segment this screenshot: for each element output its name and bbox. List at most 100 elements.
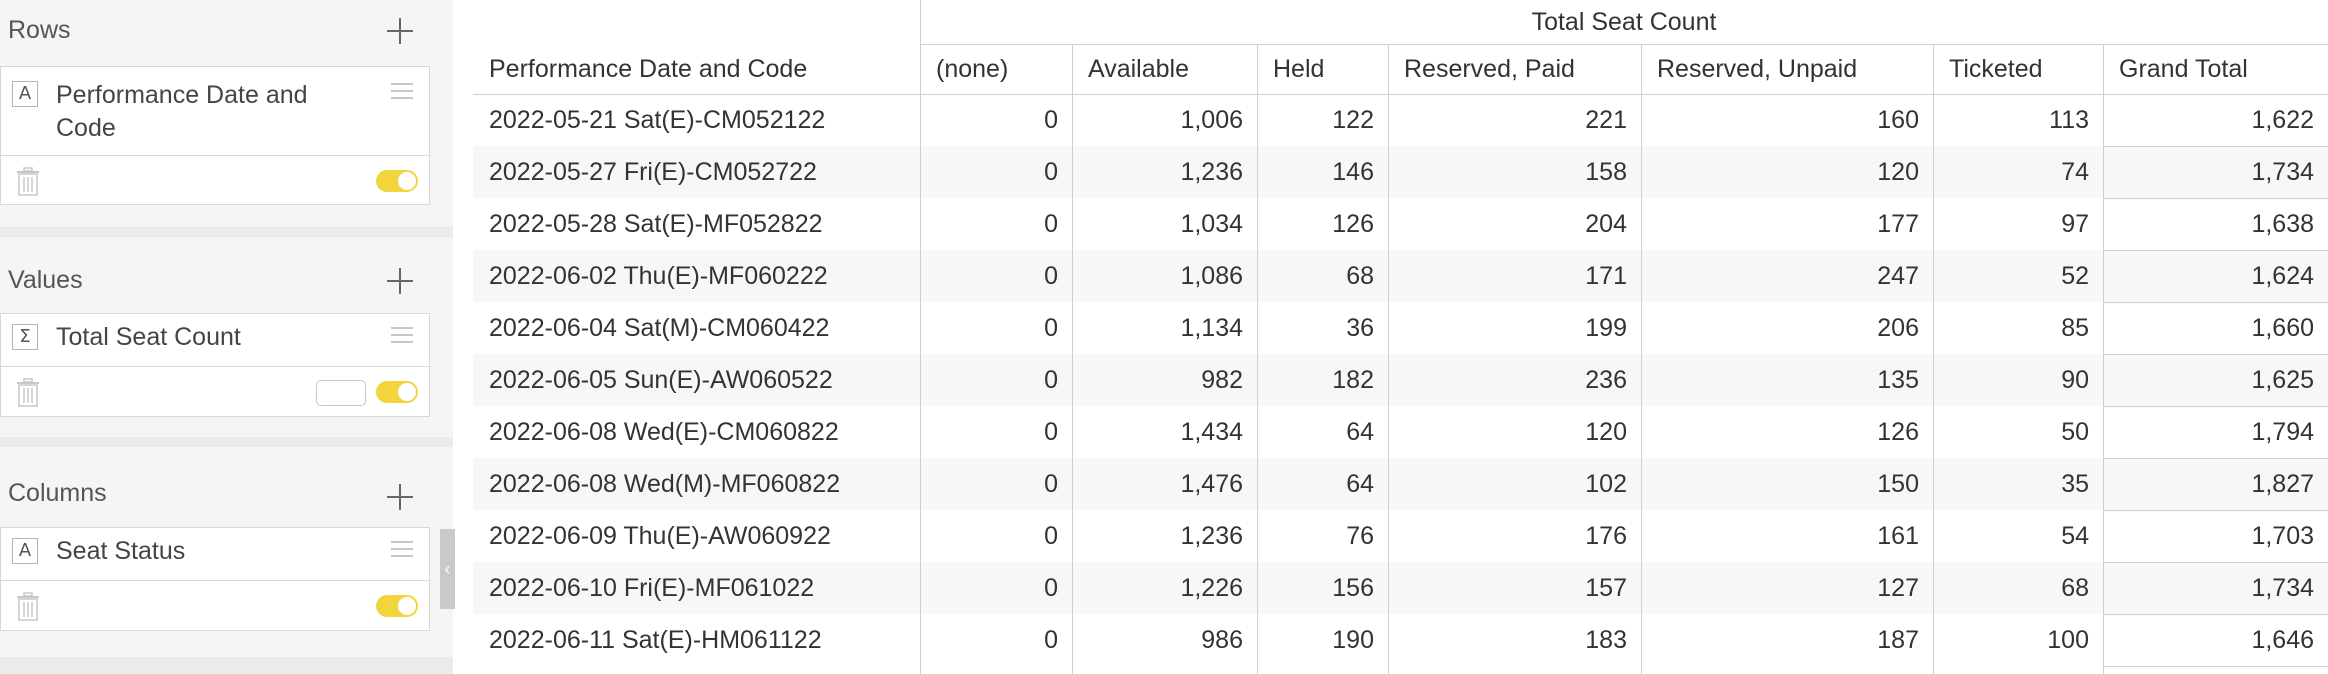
- value-cell[interactable]: 247: [1641, 250, 1933, 302]
- value-cell[interactable]: 176: [1388, 510, 1641, 562]
- value-cell[interactable]: 1,827: [2103, 458, 2328, 510]
- value-cell[interactable]: 160: [1641, 94, 1933, 146]
- column-header[interactable]: Held: [1257, 44, 1388, 94]
- value-cell[interactable]: 74: [1933, 146, 2103, 198]
- value-cell[interactable]: 102: [1388, 458, 1641, 510]
- value-cell[interactable]: 1,703: [2103, 510, 2328, 562]
- value-cell[interactable]: 76: [1257, 510, 1388, 562]
- value-cell[interactable]: 85: [1933, 302, 2103, 354]
- value-cell[interactable]: 1,034: [1072, 198, 1257, 250]
- row-label[interactable]: 2022-06-05 Sun(E)-AW060522: [473, 354, 920, 406]
- row-label[interactable]: 2022-06-10 Fri(E)-MF061022: [473, 562, 920, 614]
- field-card-performance-date[interactable]: A Performance Date and Code: [0, 66, 431, 205]
- row-label[interactable]: 2022-06-09 Thu(E)-AW060922: [473, 510, 920, 562]
- value-cell[interactable]: 50: [1933, 406, 2103, 458]
- value-cell[interactable]: 1,646: [2103, 614, 2328, 666]
- row-field-header[interactable]: Performance Date and Code: [473, 44, 920, 94]
- column-header[interactable]: Ticketed: [1933, 44, 2103, 94]
- row-label[interactable]: 2022-06-08 Wed(E)-CM060822: [473, 406, 920, 458]
- value-cell[interactable]: 64: [1257, 406, 1388, 458]
- value-cell[interactable]: 97: [1933, 198, 2103, 250]
- value-cell[interactable]: 113: [1933, 94, 2103, 146]
- value-cell[interactable]: 52: [1933, 250, 2103, 302]
- value-cell[interactable]: 187: [1641, 614, 1933, 666]
- drag-handle-icon[interactable]: [391, 541, 413, 557]
- value-cell[interactable]: 158: [1388, 146, 1641, 198]
- value-cell[interactable]: 100: [1933, 614, 2103, 666]
- row-label[interactable]: 2022-06-04 Sat(M)-CM060422: [473, 302, 920, 354]
- field-card-seat-status[interactable]: A Seat Status: [0, 527, 431, 631]
- value-cell[interactable]: 0: [920, 458, 1072, 510]
- value-cell[interactable]: 127: [1641, 562, 1933, 614]
- value-cell[interactable]: 182: [1257, 354, 1388, 406]
- column-header[interactable]: (none): [920, 44, 1072, 94]
- value-cell[interactable]: 90: [1933, 354, 2103, 406]
- column-header[interactable]: Reserved, Paid: [1388, 44, 1641, 94]
- value-cell[interactable]: 206: [1641, 302, 1933, 354]
- value-cell[interactable]: 1,794: [2103, 406, 2328, 458]
- value-cell[interactable]: 1,622: [2103, 94, 2328, 146]
- value-cell[interactable]: 190: [1257, 614, 1388, 666]
- value-cell[interactable]: 171: [1388, 250, 1641, 302]
- drag-handle-icon[interactable]: [391, 83, 413, 99]
- value-cell[interactable]: 36: [1257, 302, 1388, 354]
- field-visibility-toggle[interactable]: [376, 170, 418, 192]
- value-cell[interactable]: 68: [1257, 250, 1388, 302]
- value-cell[interactable]: 221: [1388, 94, 1641, 146]
- value-cell[interactable]: 1,134: [1072, 302, 1257, 354]
- value-cell[interactable]: 0: [920, 198, 1072, 250]
- value-cell[interactable]: 1,434: [1072, 406, 1257, 458]
- row-label[interactable]: 2022-05-27 Fri(E)-CM052722: [473, 146, 920, 198]
- value-cell[interactable]: 1,734: [2103, 146, 2328, 198]
- drag-handle-icon[interactable]: [391, 327, 413, 343]
- value-cell[interactable]: 1,086: [1072, 250, 1257, 302]
- value-cell[interactable]: 0: [920, 94, 1072, 146]
- value-cell[interactable]: 161: [1641, 510, 1933, 562]
- value-cell[interactable]: 126: [1257, 198, 1388, 250]
- value-cell[interactable]: 0: [920, 406, 1072, 458]
- value-cell[interactable]: 1,236: [1072, 146, 1257, 198]
- value-cell[interactable]: 982: [1072, 354, 1257, 406]
- value-cell[interactable]: 156: [1257, 562, 1388, 614]
- collapse-panel-button[interactable]: ‹: [440, 529, 455, 609]
- trash-icon[interactable]: [15, 592, 41, 622]
- value-cell[interactable]: 146: [1257, 146, 1388, 198]
- trash-icon[interactable]: [15, 378, 41, 408]
- value-cell[interactable]: 236: [1388, 354, 1641, 406]
- row-label[interactable]: 2022-06-02 Thu(E)-MF060222: [473, 250, 920, 302]
- value-cell[interactable]: 1,006: [1072, 94, 1257, 146]
- value-cell[interactable]: 1,236: [1072, 510, 1257, 562]
- value-cell[interactable]: 150: [1641, 458, 1933, 510]
- row-label[interactable]: 2022-06-08 Wed(M)-MF060822: [473, 458, 920, 510]
- field-card-total-seat-count[interactable]: Σ Total Seat Count: [0, 313, 431, 417]
- value-cell[interactable]: 0: [920, 250, 1072, 302]
- value-cell[interactable]: 120: [1388, 406, 1641, 458]
- value-cell[interactable]: 0: [920, 302, 1072, 354]
- aggregation-selector[interactable]: [316, 380, 366, 406]
- value-cell[interactable]: 0: [920, 614, 1072, 666]
- value-cell[interactable]: 0: [920, 510, 1072, 562]
- value-cell[interactable]: 1,226: [1072, 562, 1257, 614]
- value-cell[interactable]: 135: [1641, 354, 1933, 406]
- add-column-field-button[interactable]: [385, 482, 415, 512]
- value-cell[interactable]: 1,624: [2103, 250, 2328, 302]
- value-cell[interactable]: 68: [1933, 562, 2103, 614]
- column-header[interactable]: Grand Total: [2103, 44, 2328, 94]
- value-cell[interactable]: 986: [1072, 614, 1257, 666]
- value-cell[interactable]: 157: [1388, 562, 1641, 614]
- value-cell[interactable]: 0: [920, 146, 1072, 198]
- value-cell[interactable]: 1,734: [2103, 562, 2328, 614]
- column-header[interactable]: Reserved, Unpaid: [1641, 44, 1933, 94]
- row-label[interactable]: 2022-05-21 Sat(E)-CM052122: [473, 94, 920, 146]
- column-header[interactable]: Available: [1072, 44, 1257, 94]
- field-visibility-toggle[interactable]: [376, 381, 418, 403]
- value-cell[interactable]: 1,476: [1072, 458, 1257, 510]
- value-cell[interactable]: 35: [1933, 458, 2103, 510]
- row-label[interactable]: 2022-06-11 Sat(E)-HM061122: [473, 614, 920, 666]
- value-cell[interactable]: 177: [1641, 198, 1933, 250]
- row-label[interactable]: 2022-05-28 Sat(E)-MF052822: [473, 198, 920, 250]
- value-cell[interactable]: 122: [1257, 94, 1388, 146]
- value-cell[interactable]: 54: [1933, 510, 2103, 562]
- value-cell[interactable]: 64: [1257, 458, 1388, 510]
- value-cell[interactable]: 0: [920, 562, 1072, 614]
